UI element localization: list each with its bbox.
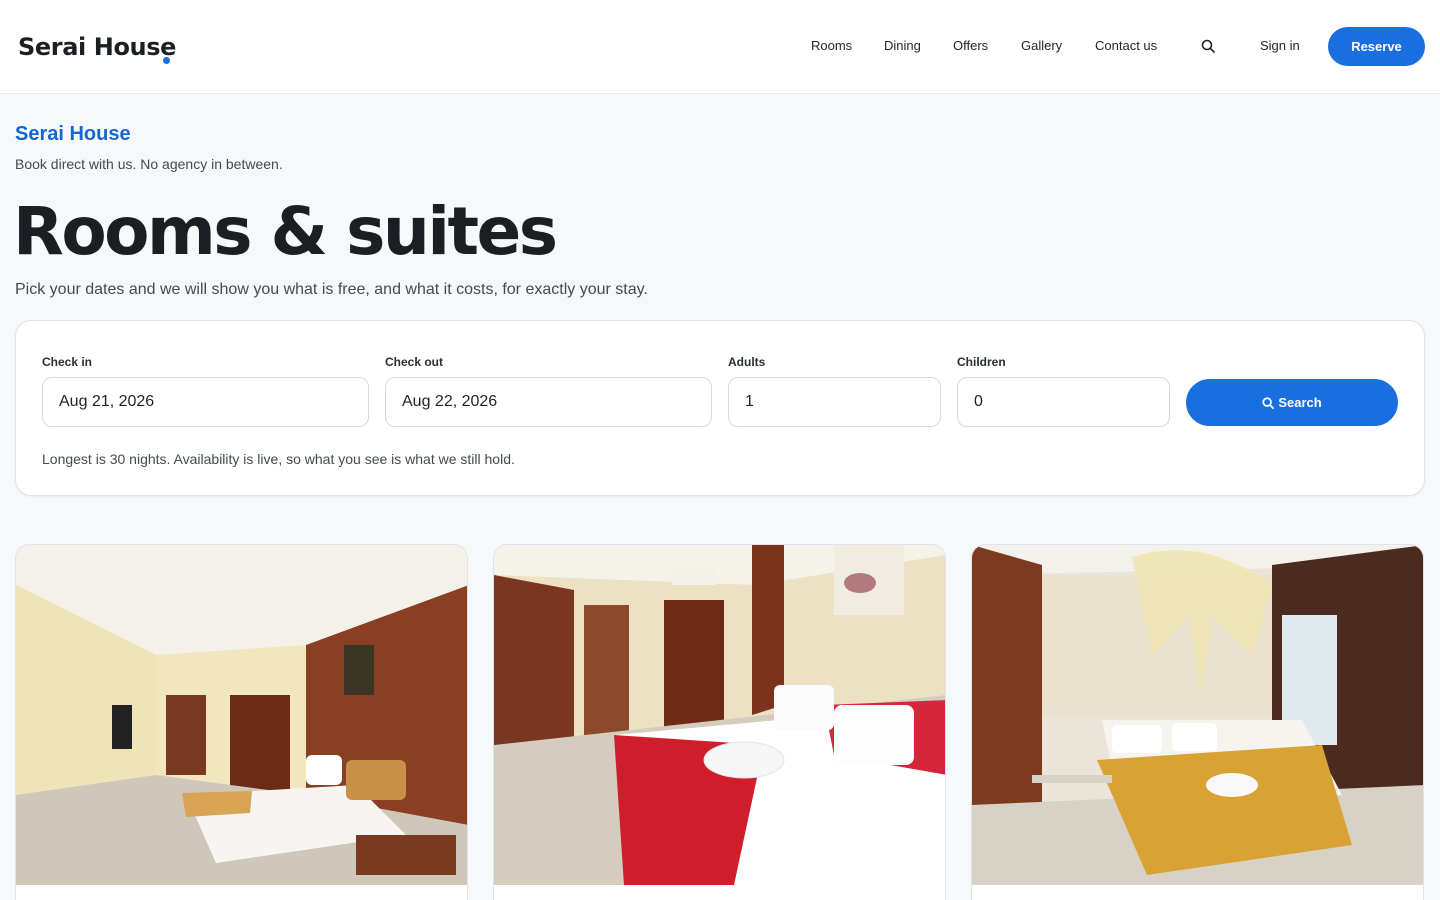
room-photo[interactable] xyxy=(972,545,1423,885)
page-title: Rooms & suites xyxy=(13,193,558,270)
availability-search-card: Check in Aug 21, 2026 Check out Aug 22, … xyxy=(15,320,1425,496)
search-button[interactable]: Search xyxy=(1186,379,1398,426)
search-icon[interactable] xyxy=(1201,39,1217,55)
nav-dining[interactable]: Dining xyxy=(884,38,921,53)
adults-label: Adults xyxy=(728,355,766,369)
brand-logo[interactable]: Serai House xyxy=(18,33,176,61)
adults-field[interactable]: 1 xyxy=(728,377,941,427)
sign-in-link[interactable]: Sign in xyxy=(1260,38,1300,53)
brand-dot xyxy=(163,57,170,64)
nav-offers[interactable]: Offers xyxy=(953,38,988,53)
page-subtitle: Pick your dates and we will show you wha… xyxy=(15,281,648,298)
check-in-label: Check in xyxy=(42,355,93,369)
room-card[interactable] xyxy=(971,544,1424,900)
search-icon xyxy=(1262,397,1275,409)
room-card[interactable] xyxy=(15,544,468,900)
room-card[interactable] xyxy=(493,544,946,900)
children-label: Children xyxy=(957,355,1006,369)
search-button-label: Search xyxy=(1278,395,1322,410)
stay-limit-note: Longest is 30 nights. Availability is li… xyxy=(42,451,515,467)
nav-rooms[interactable]: Rooms xyxy=(811,38,852,53)
hotel-name: Serai House xyxy=(15,123,131,145)
children-field[interactable]: 0 xyxy=(957,377,1170,427)
nav-contact[interactable]: Contact us xyxy=(1095,38,1157,53)
site-header: Serai House Rooms Dining Offers Gallery … xyxy=(0,0,1440,94)
room-photo[interactable] xyxy=(16,545,467,885)
tagline: Book direct with us. No agency in betwee… xyxy=(15,156,283,172)
reserve-button[interactable]: Reserve xyxy=(1328,27,1425,66)
nav-gallery[interactable]: Gallery xyxy=(1021,38,1062,53)
check-in-field[interactable]: Aug 21, 2026 xyxy=(42,377,369,427)
room-photo[interactable] xyxy=(494,545,945,885)
check-out-label: Check out xyxy=(385,355,444,369)
check-out-field[interactable]: Aug 22, 2026 xyxy=(385,377,712,427)
